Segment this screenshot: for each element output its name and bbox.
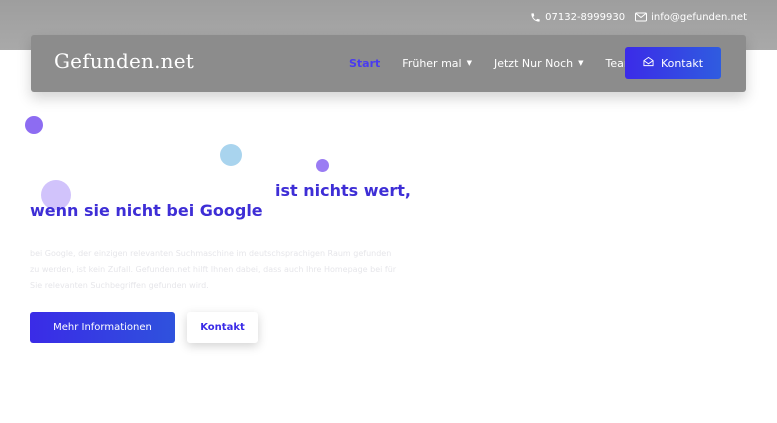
hero-contact-button[interactable]: Kontakt [187, 312, 258, 343]
topbar-email-text: info@gefunden.net [651, 11, 747, 23]
envelope-open-icon [643, 56, 654, 70]
envelope-icon [635, 12, 648, 22]
hero-headline-part1: ist nichts wert, [275, 181, 411, 200]
menu-item-start[interactable]: Start [349, 57, 380, 70]
phone-icon [530, 12, 541, 23]
main-menu: Start Früher mal ▼ Jetzt Nur Noch ▼ Team [349, 35, 657, 92]
more-info-button[interactable]: Mehr Informationen [30, 312, 175, 343]
menu-item-label: Start [349, 57, 381, 70]
chevron-down-icon: ▼ [466, 59, 472, 67]
hero-description: bei Google, der einzigen relevanten Such… [30, 249, 397, 290]
decorative-circle [25, 116, 43, 134]
menu-item-label: Früher mal [402, 57, 462, 70]
menu-item-frueher-mal[interactable]: Früher mal ▼ [402, 57, 472, 70]
menu-item-jetzt-nur-noch[interactable]: Jetzt Nur Noch ▼ [494, 57, 584, 70]
hero-headline-part2: wenn sie nicht bei Google [30, 201, 263, 220]
chevron-down-icon: ▼ [578, 59, 584, 67]
topbar-phone-text: 07132-8999930 [545, 11, 626, 23]
contact-button-label: Kontakt [660, 56, 704, 70]
topbar-phone[interactable]: 07132-8999930 [530, 12, 625, 23]
site-logo[interactable]: Gefunden.net [54, 49, 194, 73]
contact-button[interactable]: Kontakt [625, 47, 721, 79]
topbar-email[interactable]: info@gefunden.net [635, 12, 747, 23]
decorative-circle [220, 144, 242, 166]
decorative-circle [316, 159, 329, 172]
main-navbar: Gefunden.net Start Früher mal ▼ Jetzt Nu… [31, 35, 746, 92]
topbar-contact: 07132-8999930 info@gefunden.net [530, 9, 747, 25]
menu-item-label: Jetzt Nur Noch [493, 57, 574, 70]
